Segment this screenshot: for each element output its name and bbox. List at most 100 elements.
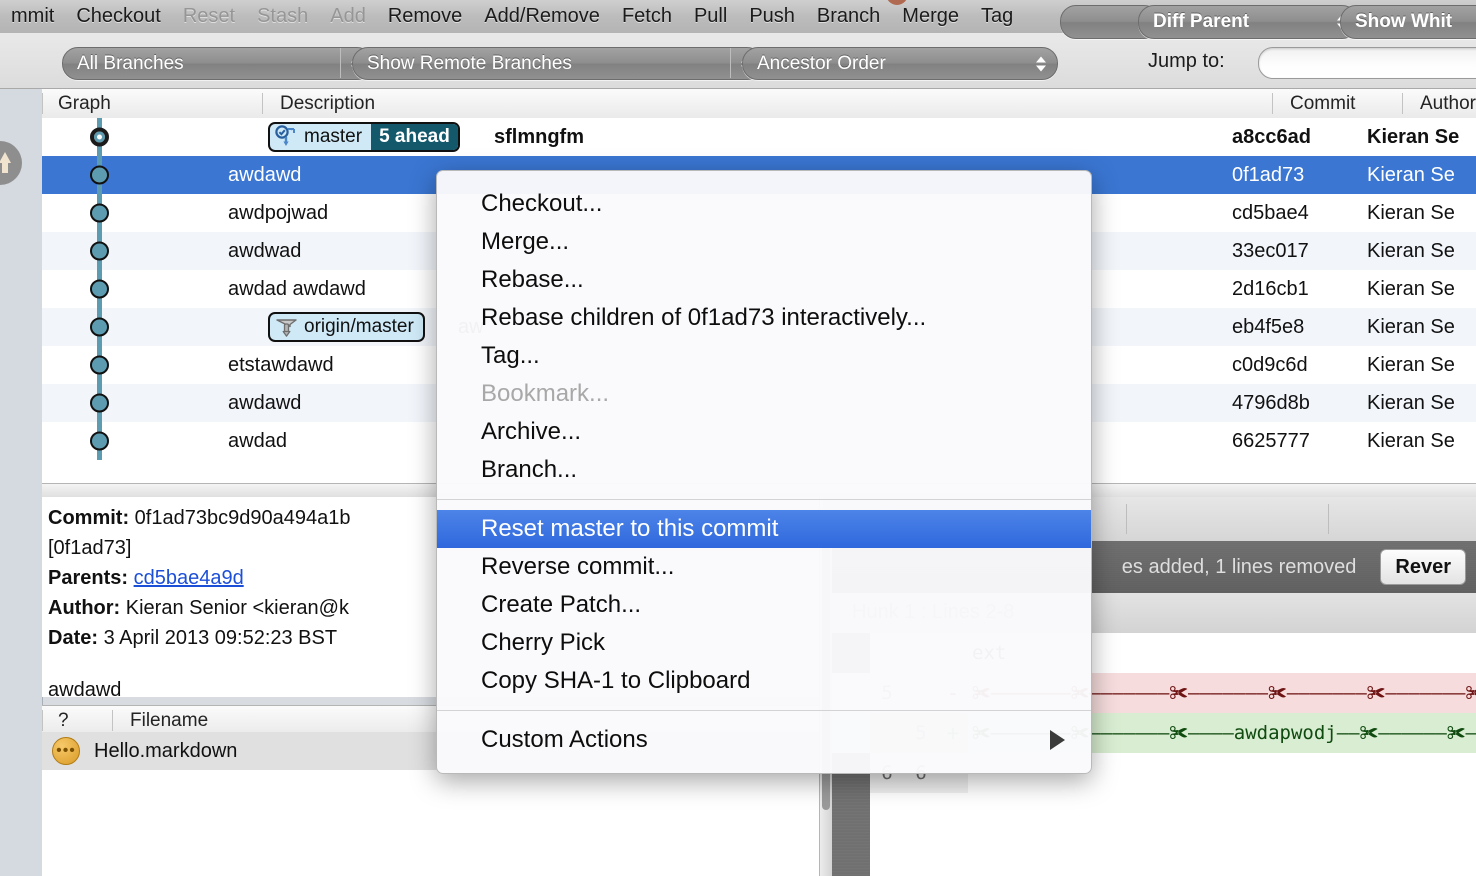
graph-line xyxy=(97,118,102,156)
jump-to-input[interactable] xyxy=(1258,47,1476,79)
graph-node xyxy=(90,431,109,451)
toolbar-button-reset: Reset xyxy=(182,5,236,27)
commit-hash: a8cc6ad xyxy=(1232,125,1311,148)
menu-item-label: Create Patch... xyxy=(481,591,642,618)
toolbar-button-add-remove[interactable]: Add/Remove xyxy=(473,0,611,33)
submenu-arrow-icon xyxy=(1050,730,1065,750)
commit-context-menu[interactable]: Checkout... Merge... Rebase... Rebase child… xyxy=(436,170,1092,774)
remote-branches-label: Show Remote Branches xyxy=(367,52,572,74)
menu-item-cherry-pick[interactable]: Cherry Pick xyxy=(437,624,1091,662)
commit-graph-lane xyxy=(42,194,228,232)
commit-author: Kieran Se xyxy=(1367,239,1455,262)
menu-item-label: Bookmark... xyxy=(481,380,610,407)
graph-line xyxy=(97,384,102,422)
menu-item-archive[interactable]: Archive... xyxy=(437,413,1091,451)
toolbar-button-mmit[interactable]: mmit xyxy=(0,0,65,33)
graph-line xyxy=(97,232,102,270)
menu-item-reset-master-to-this-commit[interactable]: Reset master to this commit xyxy=(437,510,1091,548)
commit-graph-lane xyxy=(42,422,228,460)
sidebar-collapse-handle[interactable] xyxy=(0,141,22,185)
menu-item-tag[interactable]: Tag... xyxy=(437,337,1091,375)
toolbar-button-stash: Stash xyxy=(257,5,309,27)
toolbar-divider-1 xyxy=(340,48,341,78)
column-header-description[interactable]: Description xyxy=(270,89,375,118)
toolbar-button-push[interactable]: Push xyxy=(738,0,806,33)
graph-line xyxy=(97,346,102,384)
toolbar-divider-2 xyxy=(730,48,731,78)
file-list-empty-area xyxy=(42,770,819,876)
toolbar-button-tag[interactable]: Tag xyxy=(970,0,1024,33)
commit-author: Kieran Se xyxy=(1367,163,1455,186)
commit-graph-lane xyxy=(42,232,228,270)
commit-description: awdawd xyxy=(228,391,302,414)
toolbar-button-pull[interactable]: Pull xyxy=(683,0,738,33)
commit-graph-lane xyxy=(42,156,228,194)
commit-sha-value: 0f1ad73bc9d90a494a1b xyxy=(134,507,351,529)
commit-author: Kieran Se xyxy=(1367,125,1460,148)
graph-line xyxy=(97,270,102,308)
diff-stats-text: es added, 1 lines removed xyxy=(1121,555,1357,578)
show-whitespace-button[interactable]: Show Whit xyxy=(1340,5,1476,39)
menu-item-checkout[interactable]: Checkout... xyxy=(437,185,1091,223)
commit-hash: 4796d8b xyxy=(1232,391,1310,414)
column-header-filename[interactable]: Filename xyxy=(120,706,208,735)
toolbar-button-branch[interactable]: Branch xyxy=(806,0,891,33)
menu-item-custom-actions[interactable]: Custom Actions xyxy=(437,721,1091,759)
toolbar-button-add: Add xyxy=(330,5,366,27)
commit-graph-lane xyxy=(42,308,228,346)
graph-node xyxy=(90,241,109,261)
author-label: Author: xyxy=(48,597,121,619)
date-label: Date: xyxy=(48,627,99,649)
reverse-hunk-button[interactable]: Rever xyxy=(1380,549,1466,585)
toolbar-button-merge[interactable]: Merge xyxy=(891,0,970,33)
commit-description: awdad awdawd xyxy=(228,277,366,300)
remote-branches-dropdown[interactable]: Show Remote Branches xyxy=(352,47,763,80)
column-header-commit[interactable]: Commit xyxy=(1280,89,1355,118)
diff-parent-dropdown[interactable]: Diff Parent xyxy=(1138,5,1358,39)
menu-item-create-patch[interactable]: Create Patch... xyxy=(437,586,1091,624)
graph-node xyxy=(90,355,109,375)
modified-dots-icon: ••• xyxy=(52,737,80,765)
menu-item-label: Reset master to this commit xyxy=(481,515,779,542)
graph-node xyxy=(90,165,109,185)
commit-author: Kieran Se xyxy=(1367,315,1455,338)
column-header-author[interactable]: Author xyxy=(1410,89,1476,118)
branches-filter-dropdown[interactable]: All Branches xyxy=(62,47,373,80)
menu-item-label: Archive... xyxy=(481,418,582,445)
graph-node xyxy=(90,203,109,223)
menu-item-rebase-children-of-0f1ad73-interactively[interactable]: Rebase children of 0f1ad73 interactively… xyxy=(437,299,1091,337)
menu-item-copy-sha-1-to-clipboard[interactable]: Copy SHA-1 to Clipboard xyxy=(437,662,1091,700)
commit-graph-lane xyxy=(42,384,228,422)
author-value: Kieran Senior <kieran@k xyxy=(125,597,349,619)
menu-item-label: Branch... xyxy=(481,456,578,483)
table-row[interactable]: master 5 ahead sflmngfm a8cc6ad Kieran Se xyxy=(42,118,1476,156)
menu-item-branch[interactable]: Branch... xyxy=(437,451,1091,489)
menu-item-reverse-commit[interactable]: Reverse commit... xyxy=(437,548,1091,586)
remote-branch-icon xyxy=(276,319,297,337)
menu-item-label: Tag... xyxy=(481,342,540,369)
commit-graph-lane xyxy=(42,346,228,384)
sort-order-dropdown[interactable]: Ancestor Order xyxy=(742,47,1058,80)
column-header-graph[interactable]: Graph xyxy=(48,89,111,118)
show-whitespace-label: Show Whit xyxy=(1355,11,1453,32)
commit-hash: c0d9c6d xyxy=(1232,353,1308,376)
toolbar-button-fetch[interactable]: Fetch xyxy=(611,0,683,33)
menu-item-merge[interactable]: Merge... xyxy=(437,223,1091,261)
toolbar-button-checkout[interactable]: Checkout xyxy=(65,0,172,33)
toolbar-button-remove[interactable]: Remove xyxy=(377,0,473,33)
commit-description: awdpojwad xyxy=(228,201,329,224)
menu-item-bookmark: Bookmark... xyxy=(437,375,1091,413)
menu-item-label: Checkout... xyxy=(481,190,603,217)
ref-badge[interactable]: master 5 ahead xyxy=(268,122,460,152)
checkout-branch-icon xyxy=(275,125,295,146)
column-header-status[interactable]: ? xyxy=(48,706,69,735)
menu-item-label: Copy SHA-1 to Clipboard xyxy=(481,667,751,694)
sort-order-label: Ancestor Order xyxy=(757,52,886,74)
commit-hash: 0f1ad73 xyxy=(1232,163,1305,186)
menu-item-rebase[interactable]: Rebase... xyxy=(437,261,1091,299)
menu-item-label: Merge... xyxy=(481,228,570,255)
ref-badge[interactable]: origin/master xyxy=(268,312,425,342)
parent-sha-link[interactable]: cd5bae4a9d xyxy=(134,567,244,589)
commit-label: Commit: xyxy=(48,507,130,529)
sourcetree-window: mmit Checkout Reset Stash Add Remove Add/Remov… xyxy=(0,0,1476,876)
